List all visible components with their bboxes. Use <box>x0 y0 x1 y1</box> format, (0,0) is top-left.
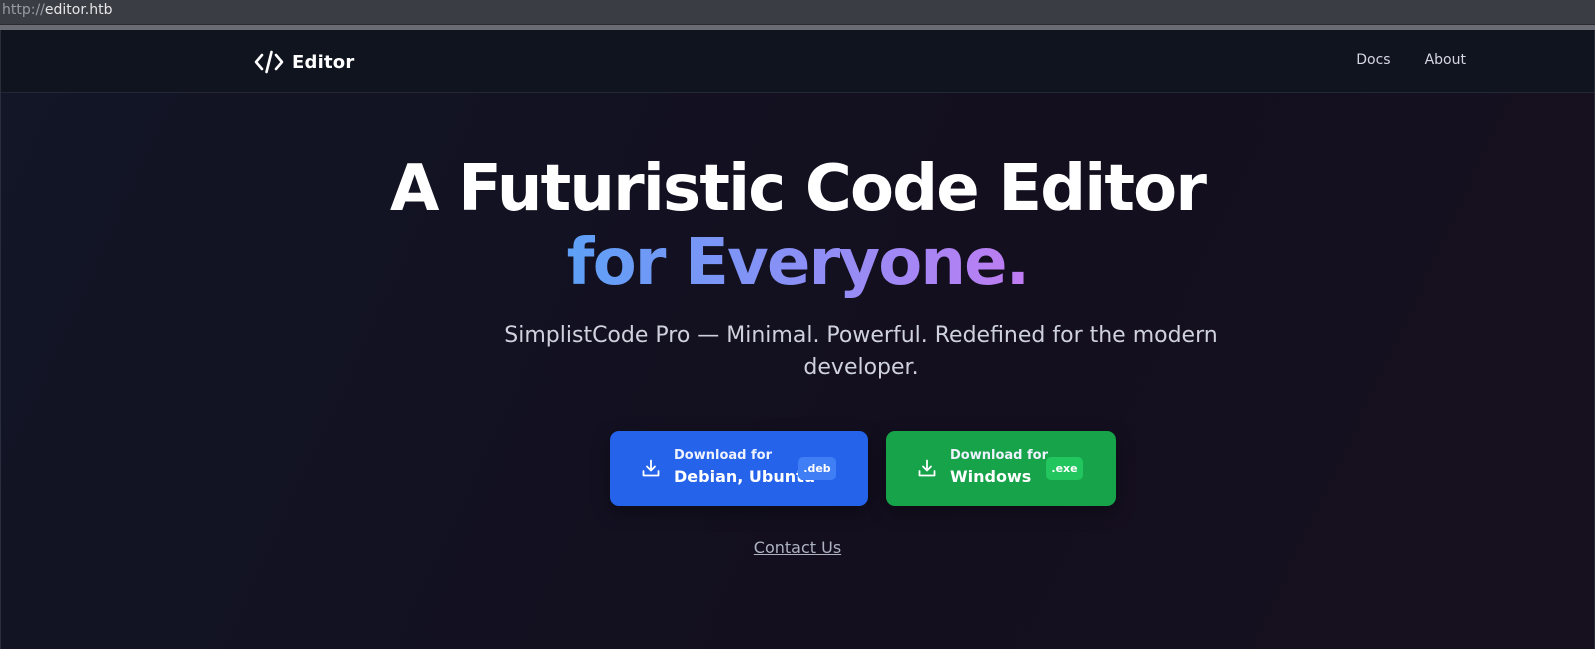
download-windows-line1: Download for <box>950 448 1048 463</box>
page: Editor Docs About A Futuristic Code Edit… <box>0 30 1595 649</box>
nav-link-docs[interactable]: Docs <box>1356 52 1390 68</box>
brand-logo[interactable]: Editor <box>254 48 354 76</box>
url-scheme: http:// <box>2 2 45 18</box>
download-icon <box>918 459 936 477</box>
download-debian-line2: Debian, Ubuntu <box>674 467 816 486</box>
download-debian-text: Download for Debian, Ubuntu <box>674 447 815 489</box>
download-windows-text: Download for Windows <box>950 447 1048 489</box>
navbar: Editor Docs About <box>1 30 1594 93</box>
contact-container: Contact Us <box>1 538 1594 557</box>
contact-us-link[interactable]: Contact Us <box>754 538 841 557</box>
hero-title-line1: A Futuristic Code Editor <box>389 152 1207 226</box>
download-windows-line2: Windows <box>950 467 1032 486</box>
nav-links: Docs About <box>1356 52 1466 68</box>
code-brackets-icon <box>254 50 284 74</box>
download-icon <box>642 459 660 477</box>
deb-badge: .deb <box>798 457 836 480</box>
url-host: editor.htb <box>44 2 113 18</box>
hero-title: A Futuristic Code Editor for Everyone. <box>1 152 1594 300</box>
address-bar[interactable]: http://editor.htb <box>0 0 1595 25</box>
hero-subtitle: SimplistCode Pro — Minimal. Powerful. Re… <box>504 323 1218 380</box>
nav-link-about[interactable]: About <box>1425 52 1466 68</box>
download-debian-button[interactable]: Download for Debian, Ubuntu .deb <box>610 431 868 506</box>
brand-name: Editor <box>292 51 355 73</box>
hero-title-line2: for Everyone. <box>566 226 1030 300</box>
download-debian-line1: Download for <box>674 448 772 463</box>
download-windows-button[interactable]: Download for Windows .exe <box>886 431 1116 506</box>
exe-badge: .exe <box>1046 457 1083 480</box>
